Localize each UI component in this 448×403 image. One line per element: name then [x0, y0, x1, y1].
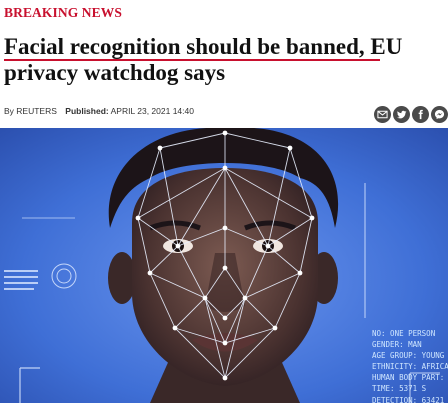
- headline-line-1: Facial recognition should be banned, EU: [4, 34, 403, 59]
- readout-line: TIME: 5371 S: [372, 384, 427, 394]
- twitter-icon[interactable]: [393, 106, 410, 123]
- breaking-news-label: BREAKING NEWS: [4, 5, 122, 20]
- byline: By REUTERS: [4, 106, 57, 116]
- readout-line: AGE GROUP: YOUNG: [372, 351, 445, 361]
- messenger-icon[interactable]: [431, 106, 448, 123]
- published-date: APRIL 23, 2021 14:40: [110, 106, 194, 116]
- readout-line: HUMAN BODY PART:: [372, 373, 445, 383]
- readout-line: DETECTION: 63421: [372, 395, 445, 403]
- detection-readout: NO: ONE PERSON GENDER: MAN AGE GROUP: YOUN…: [372, 328, 448, 403]
- facebook-icon[interactable]: [412, 106, 429, 123]
- readout-line: NO: ONE PERSON: [372, 329, 436, 338]
- readout-line: GENDER: MAN: [372, 340, 422, 350]
- headline-line-2: privacy watchdog says: [4, 60, 226, 85]
- share-bar: [374, 106, 448, 123]
- readout-line: ETHNICITY: AFRICA: [372, 362, 448, 372]
- published-label: Published:: [65, 106, 109, 116]
- headline-underline: [4, 59, 380, 61]
- article-photo: NO: ONE PERSON GENDER: MAN AGE GROUP: YOUN…: [0, 128, 448, 403]
- article-meta: By REUTERS Published: APRIL 23, 2021 14:…: [4, 106, 194, 116]
- email-icon[interactable]: [374, 106, 391, 123]
